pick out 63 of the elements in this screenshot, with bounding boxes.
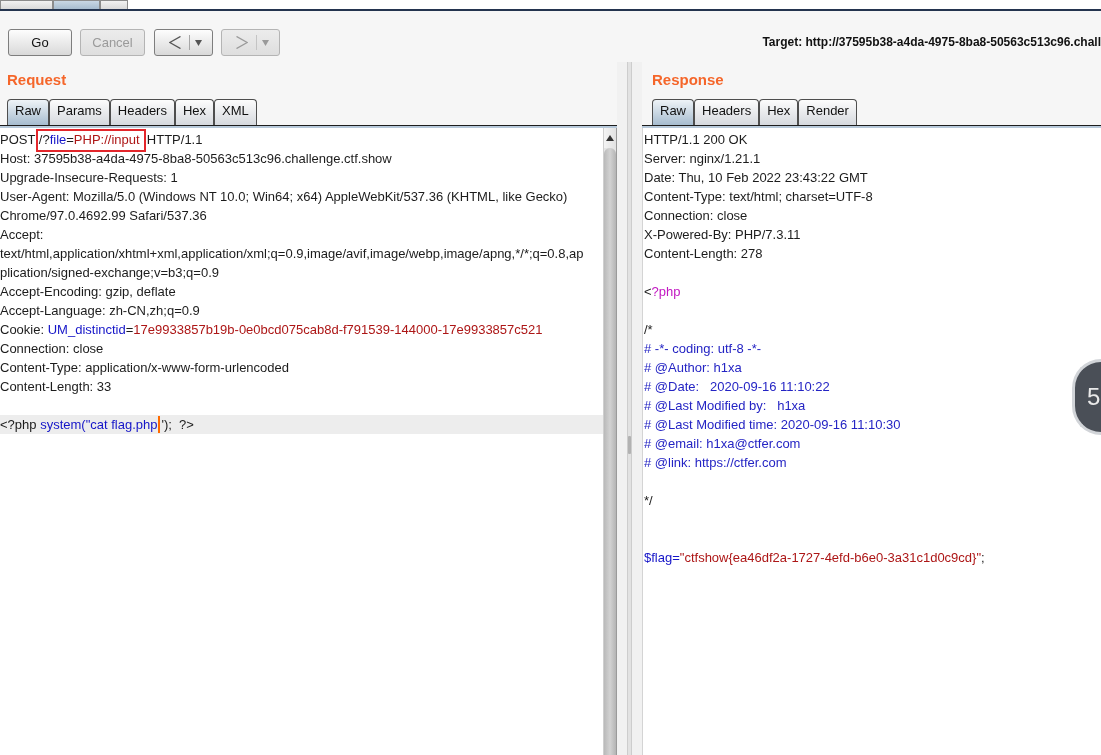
code-line: Host: 37595b38-a4da-4975-8ba8-50563c513c96.challenge.ctf.show xyxy=(0,150,392,168)
code-line: HTTP/1.1 200 OK xyxy=(644,131,748,149)
code-line: Cookie: UM_distinctid=17e9933857b19b-0e0bcd075cab8d-f791539-144000-17e9933857c521 xyxy=(0,321,543,339)
message-editor[interactable] xyxy=(0,128,603,755)
tab[interactable] xyxy=(53,0,100,9)
code-line: $flag="ctfshow{ea46df2a-1727-4efd-b6e0-3a31c1d0c9cd}"; xyxy=(644,549,985,567)
code-line: /* xyxy=(644,321,653,339)
code-line: # @Author: h1xa xyxy=(644,359,742,377)
code-line: # @link: https://ctfer.com xyxy=(644,454,787,472)
code-line: Accept-Language: zh-CN,zh;q=0.9 xyxy=(0,302,200,320)
message-editor[interactable] xyxy=(642,128,1101,755)
tab[interactable]: XML xyxy=(214,99,257,125)
chevron-left-icon xyxy=(168,36,181,49)
code-line: plication/signed-exchange;v=b3;q=0.9 xyxy=(0,264,219,282)
tab[interactable]: Raw xyxy=(652,99,694,125)
tab[interactable]: Headers xyxy=(694,99,760,125)
code-line: Chrome/97.0.4692.99 Safari/537.36 xyxy=(0,207,207,225)
code-line: X-Powered-By: PHP/7.3.11 xyxy=(644,226,801,244)
target-url: Target: http://37595b38-a4da-4975-8ba8-50563c513c96.chall xyxy=(762,34,1101,51)
code-line: Date: Thu, 10 Feb 2022 23:43:22 GMT xyxy=(644,169,868,187)
code-line: text/html,application/xhtml+xml,application/xml;q=0.9,image/avif,image/webp,image/apng,*/*;q=0.8,ap xyxy=(0,245,584,263)
code-line: Accept: xyxy=(0,226,44,244)
code-line: Upgrade-Insecure-Requests: 1 xyxy=(0,169,178,187)
code-line: */ xyxy=(644,492,653,510)
code-line: User-Agent: Mozilla/5.0 (Windows NT 10.0; Win64; x64) AppleWebKit/537.36 (KHTML, like Gecko) xyxy=(0,188,568,206)
code-text: POST xyxy=(0,132,37,147)
tab[interactable]: Params xyxy=(49,99,110,125)
arrow-up-icon xyxy=(606,135,614,141)
tab[interactable]: Hex xyxy=(759,99,799,125)
caret-down-icon xyxy=(261,39,269,46)
code-line: Content-Length: 278 xyxy=(644,245,763,263)
caret-down-icon xyxy=(194,39,202,46)
scrollbar-thumb[interactable] xyxy=(604,148,616,755)
annotated-text: /?file=PHP://input xyxy=(35,129,146,152)
tab[interactable]: Hex xyxy=(174,99,215,125)
code-line: # @email: h1xa@ctfer.com xyxy=(644,435,801,453)
code-line: Content-Type: application/x-www-form-urlencoded xyxy=(0,359,289,377)
code-line: # @Last Modified by: h1xa xyxy=(644,397,806,415)
code-line: # @Last Modified time: 2020-09-16 11:10:30 xyxy=(644,416,901,434)
code-line: # -*- coding: utf-8 -*- xyxy=(644,340,762,358)
code-line: # @Date: 2020-09-16 11:10:22 xyxy=(644,378,830,396)
code-line: Content-Length: 33 xyxy=(0,378,112,396)
grip-handle-icon xyxy=(628,436,631,454)
tab[interactable] xyxy=(0,0,53,9)
back-button[interactable] xyxy=(154,29,213,56)
tab[interactable]: Headers xyxy=(109,99,175,125)
code-line: <?php xyxy=(644,283,681,301)
panel-title: Request xyxy=(7,71,67,88)
panel-title: Response xyxy=(652,71,724,88)
code-line: Connection: close xyxy=(0,340,104,358)
code-line: Content-Type: text/html; charset=UTF-8 xyxy=(644,188,873,206)
text-cursor xyxy=(158,416,161,433)
code-line: Connection: close xyxy=(644,207,748,225)
code-text: HTTP/1.1 xyxy=(145,132,203,147)
tab[interactable]: Render xyxy=(798,99,857,125)
toolbar-button[interactable]: Go xyxy=(8,29,72,56)
scrollbar[interactable] xyxy=(603,128,617,755)
code-line: Accept-Encoding: gzip, deflate xyxy=(0,283,176,301)
scroll-up-button[interactable] xyxy=(604,128,616,148)
tab[interactable]: Raw xyxy=(7,99,49,125)
code-line: Server: nginx/1.21.1 xyxy=(644,150,761,168)
tab[interactable] xyxy=(100,0,128,9)
chevron-right-icon xyxy=(235,36,248,49)
